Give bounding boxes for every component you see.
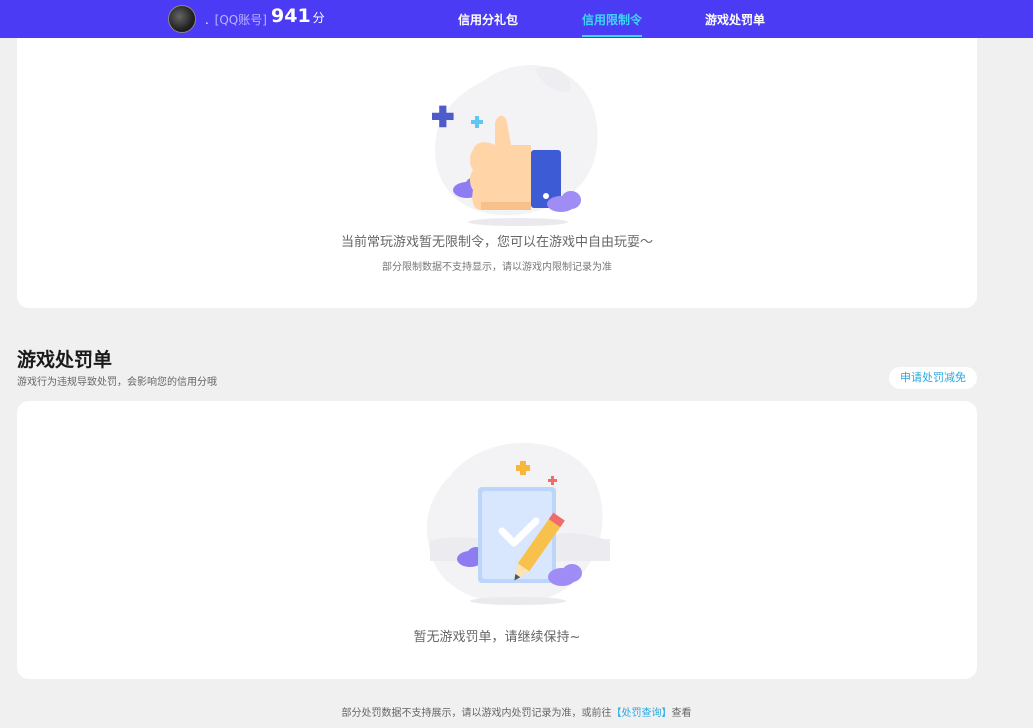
- footer-text-end: 查看: [671, 708, 692, 719]
- tab-credit-restriction-label: 信用限制令: [582, 13, 643, 27]
- account-prefix: .: [205, 13, 209, 27]
- score-unit: 分: [312, 11, 325, 25]
- thumbs-up-illustration: [432, 65, 598, 226]
- checklist-pencil-illustration: [426, 442, 610, 605]
- penalty-section-title: 游戏处罚单: [17, 349, 113, 371]
- penalty-query-link[interactable]: 【处罚查询】: [612, 708, 672, 719]
- active-tab-indicator: [582, 35, 643, 37]
- score-value: 941: [271, 5, 311, 27]
- footer-note: 部分处罚数据不支持展示，请以游戏内处罚记录为准，或前往【处罚查询】查看: [0, 704, 1033, 719]
- restriction-note: 部分限制数据不支持显示，请以游戏内限制记录为准: [382, 262, 612, 273]
- restriction-card: 当前常玩游戏暂无限制令，您可以在游戏中自由玩耍～ 部分限制数据不支持显示，请以游…: [17, 20, 977, 308]
- account-label: . [QQ账号]: [205, 11, 267, 28]
- top-nav-bar: . [QQ账号] 941 分 信用分礼包 信用限制令 游戏处罚单: [0, 0, 1033, 38]
- apply-penalty-reduction-button[interactable]: 申请处罚减免: [889, 367, 977, 389]
- penalty-section-description: 游戏行为违规导致处罚，会影响您的信用分哦: [17, 377, 217, 388]
- tab-credit-gift[interactable]: 信用分礼包: [458, 11, 518, 28]
- account-type: [QQ账号]: [214, 13, 267, 27]
- tab-game-penalty[interactable]: 游戏处罚单: [705, 11, 765, 28]
- penalty-card: 暂无游戏罚单，请继续保持~: [17, 401, 977, 679]
- tab-game-penalty-label: 游戏处罚单: [705, 13, 766, 27]
- avatar[interactable]: [168, 5, 196, 33]
- footer-text: 部分处罚数据不支持展示，请以游戏内处罚记录为准，或前往: [341, 708, 612, 719]
- no-restriction-message: 当前常玩游戏暂无限制令，您可以在游戏中自由玩耍～: [340, 235, 653, 250]
- tab-credit-gift-label: 信用分礼包: [458, 13, 519, 27]
- no-penalty-message: 暂无游戏罚单，请继续保持~: [413, 630, 581, 645]
- credit-score: 941 分: [271, 5, 325, 27]
- tab-credit-restriction[interactable]: 信用限制令: [582, 11, 643, 37]
